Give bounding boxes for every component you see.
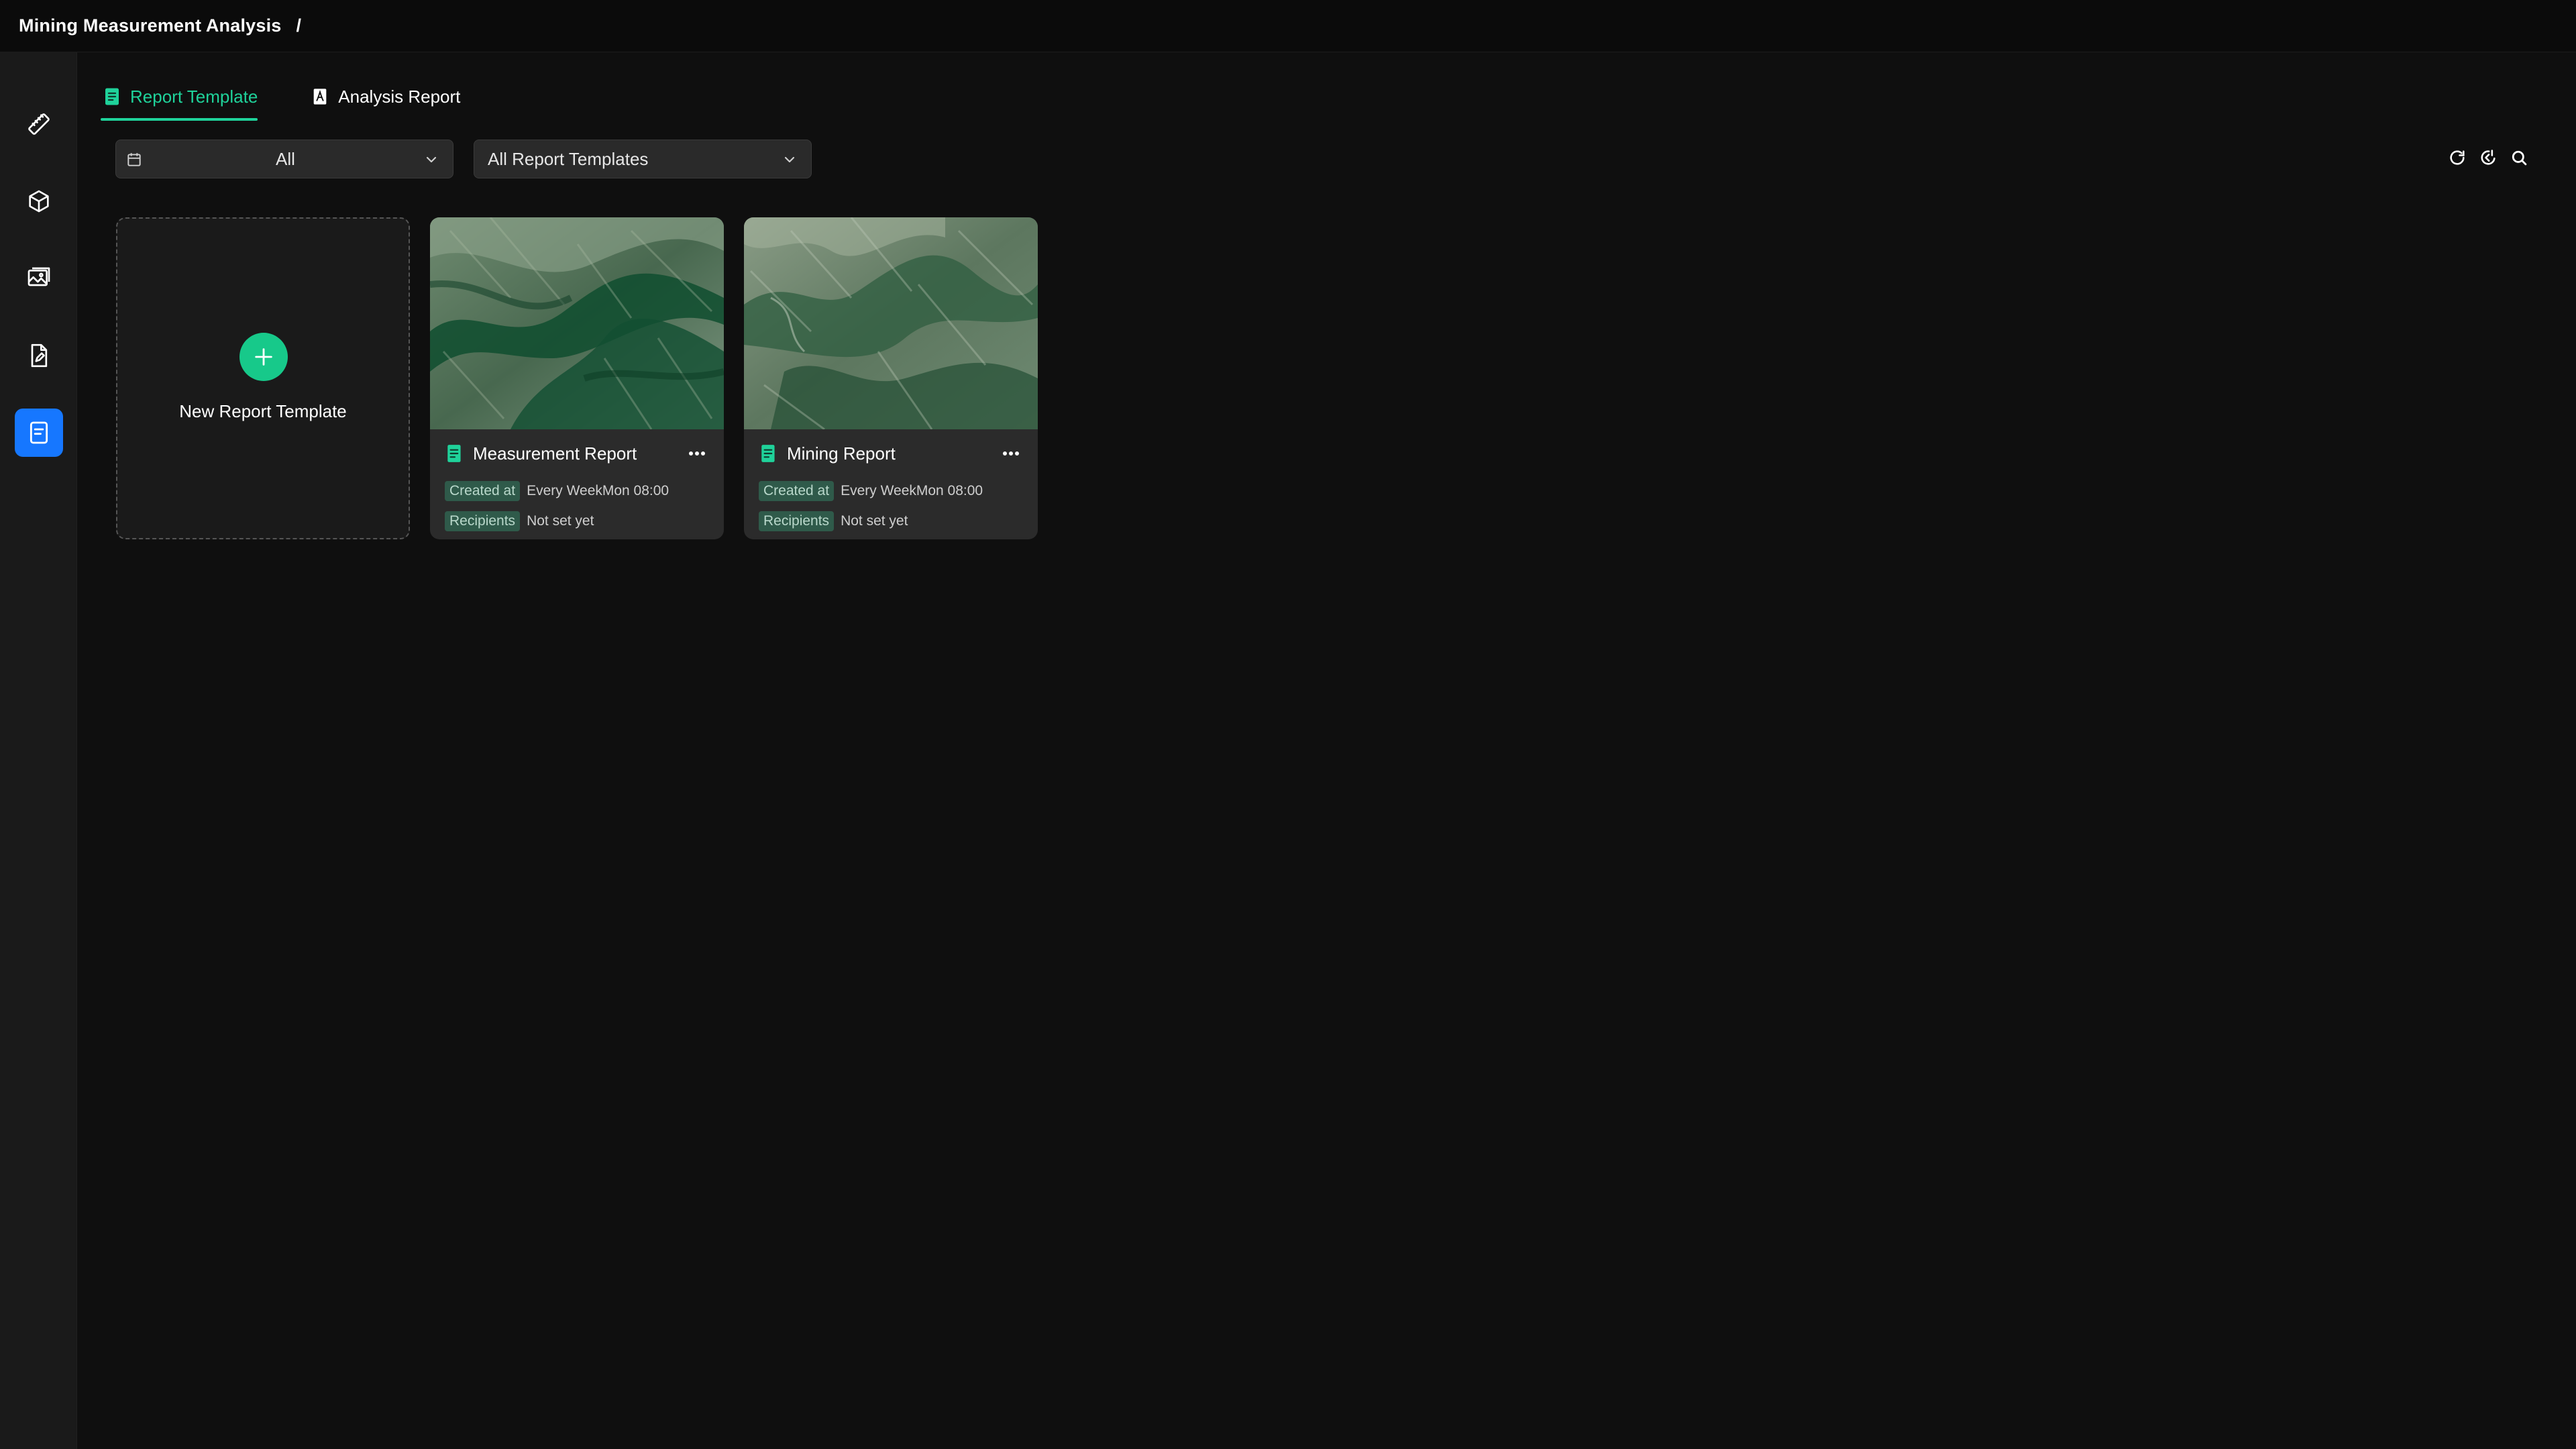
card-created-row: Created at Every WeekMon 08:00 [445,480,669,502]
new-report-template-card[interactable]: New Report Template [116,217,410,539]
sidebar-item-model[interactable] [15,177,63,225]
template-filter-value: All Report Templates [488,148,649,169]
search-button[interactable] [2509,148,2529,168]
refresh-button[interactable] [2447,148,2467,168]
document-edit-icon [31,343,48,368]
recipients-value: Not set yet [841,513,908,529]
card-title: Mining Report [787,443,896,464]
toolbar-actions [2447,148,2529,168]
tab-label: Analysis Report [338,86,461,107]
sidebar-item-gallery[interactable] [15,254,63,303]
calendar-icon [127,153,141,166]
cube-icon [29,190,49,213]
sidebar-item-documents[interactable] [15,331,63,380]
gallery-icon [28,267,50,286]
card-title: Measurement Report [473,443,637,464]
created-label-tag: Created at [759,481,835,501]
app-title: Mining Measurement Analysis [19,15,282,36]
card-created-row: Created at Every WeekMon 08:00 [759,480,983,502]
sidebar-item-report-templates[interactable] [15,409,63,457]
report-card-measurement[interactable]: Measurement Report Created at Every Week… [430,217,724,539]
recipients-label-tag: Recipients [759,511,835,531]
ruler-icon [28,113,50,135]
card-more-button[interactable] [998,443,1024,464]
tab-label: Report Template [130,86,258,107]
refresh-icon [2450,150,2465,165]
chevron-down-icon [784,156,795,163]
new-report-template-label: New Report Template [179,401,347,421]
plus-icon [255,348,272,366]
report-template-icon [30,421,48,444]
created-label-tag: Created at [445,481,521,501]
card-header: Mining Report [760,439,1024,468]
report-card-mining[interactable]: Mining Report Created at Every WeekMon 0… [744,217,1038,539]
card-recipients-row: Recipients Not set yet [759,510,908,533]
top-bar: Mining Measurement Analysis / [0,0,2576,52]
created-value: Every WeekMon 08:00 [841,483,983,498]
ai-assist-button[interactable] [2478,148,2498,168]
tab-bar: Report Template Analysis Report [101,79,511,122]
card-recipients-row: Recipients Not set yet [445,510,594,533]
doc-icon [101,85,123,108]
date-filter-value: All [276,148,295,169]
card-header: Measurement Report [446,439,710,468]
terrain-thumbnail [744,217,1038,429]
doc-icon [761,445,775,462]
recipients-label-tag: Recipients [445,511,521,531]
tab-report-template[interactable]: Report Template [101,79,258,121]
date-filter-select[interactable]: All [115,140,453,178]
recipients-value: Not set yet [527,513,594,529]
card-more-button[interactable] [684,443,710,464]
tab-analysis-report[interactable]: Analysis Report [309,79,460,114]
chevron-down-icon [426,156,437,163]
template-filter-select[interactable]: All Report Templates [474,140,812,178]
more-horizontal-icon [1003,451,1019,455]
sidebar-item-measure[interactable] [15,100,63,148]
created-value: Every WeekMon 08:00 [527,483,669,498]
add-template-button[interactable] [239,333,288,381]
terrain-thumbnail [430,217,724,429]
ai-assist-icon [2481,150,2496,165]
search-icon [2512,150,2527,166]
more-horizontal-icon [689,451,705,455]
doc-icon [447,445,461,462]
sidebar [0,52,77,1449]
pdf-icon [309,85,331,108]
breadcrumb-separator: / [296,15,302,36]
